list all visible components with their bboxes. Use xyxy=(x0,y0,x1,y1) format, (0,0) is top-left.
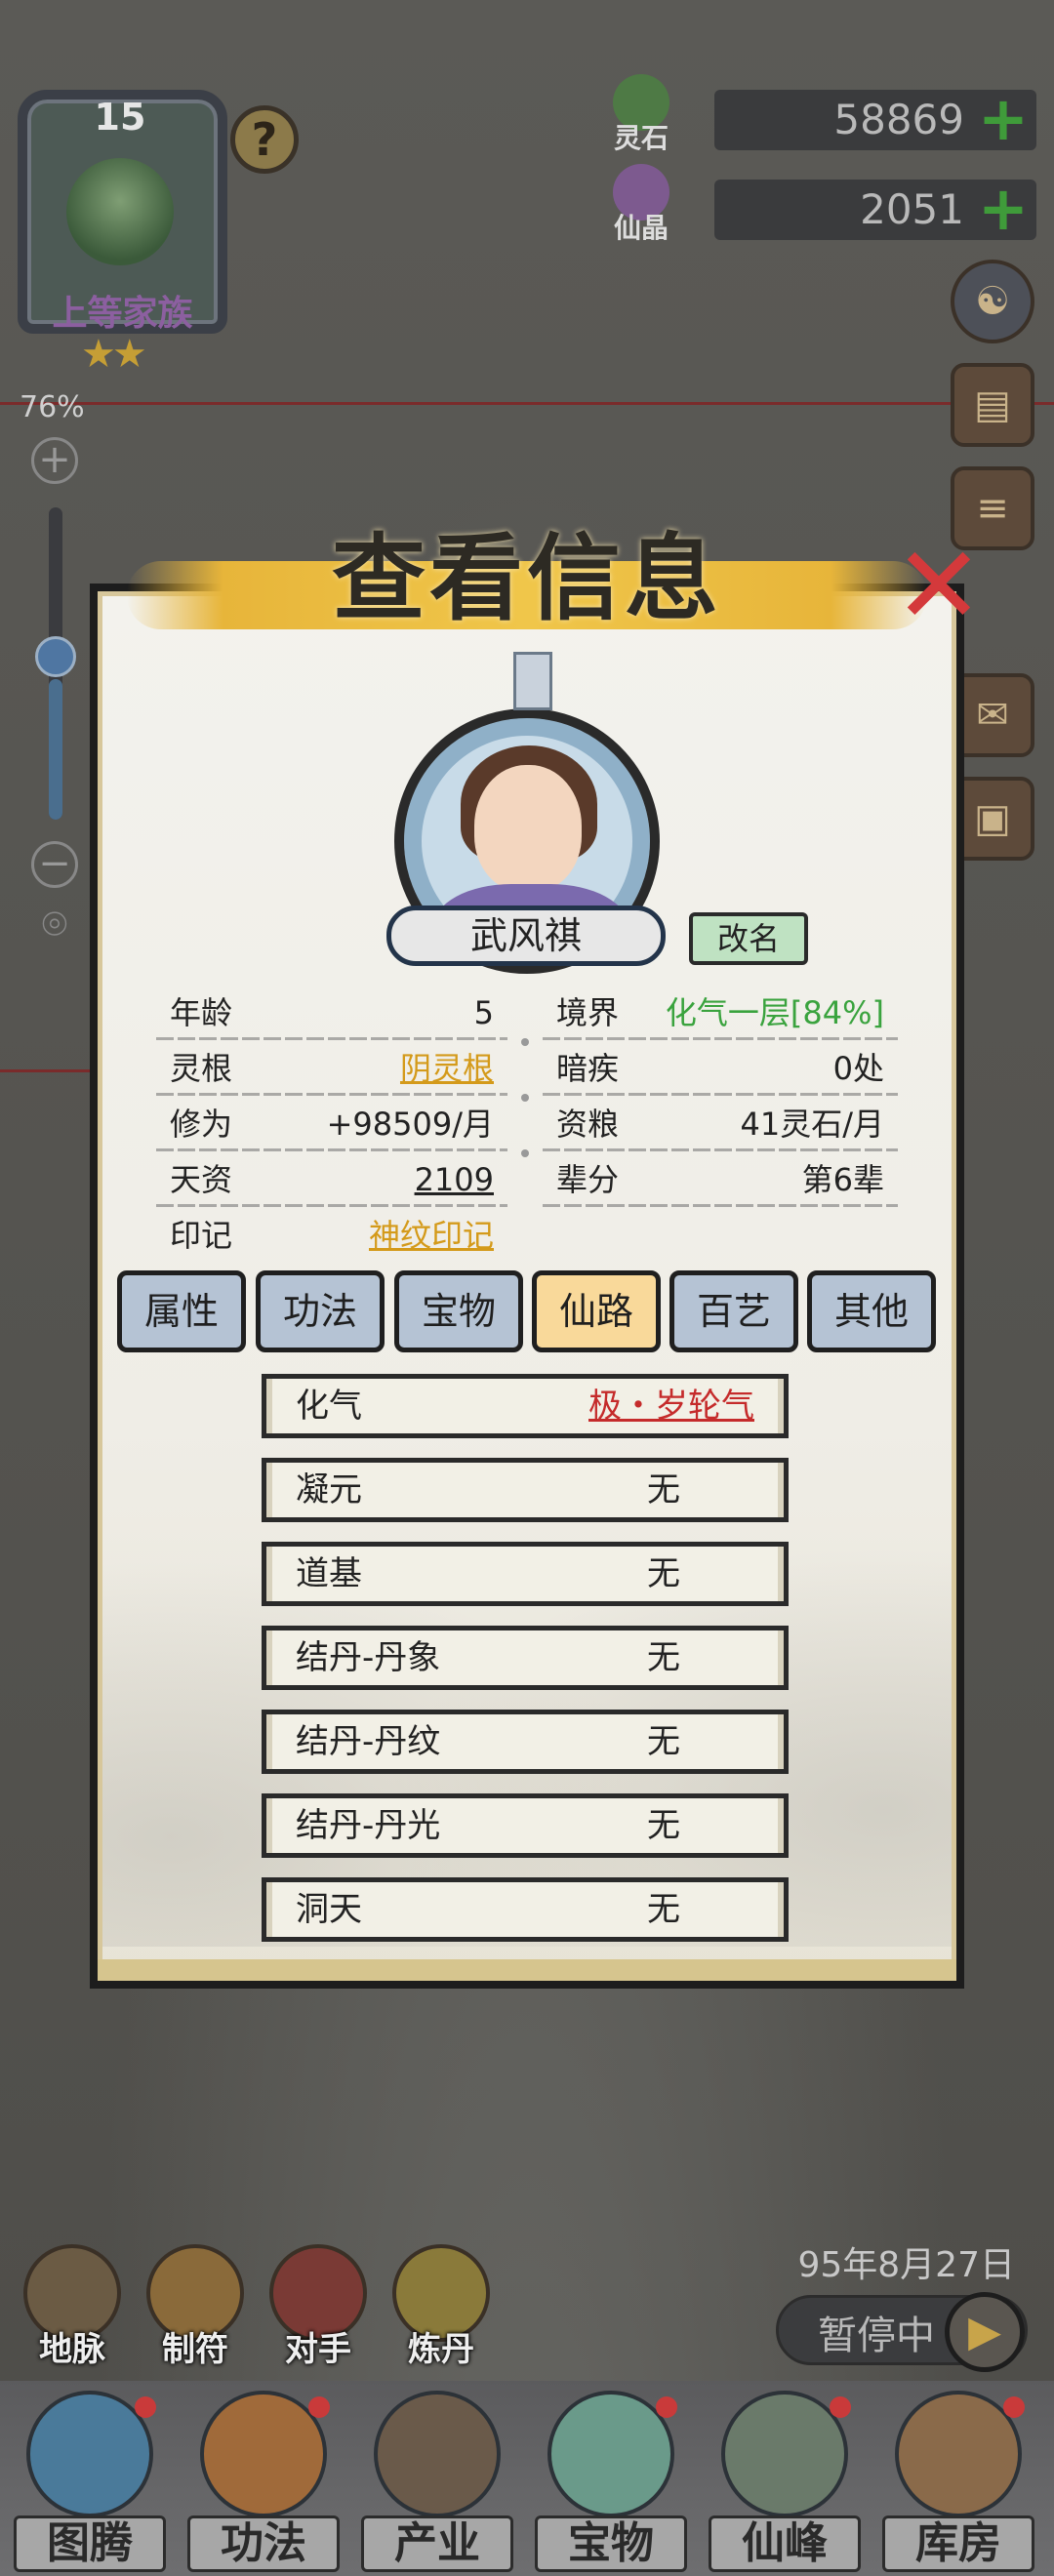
tab-attributes[interactable]: 属性 xyxy=(117,1270,246,1352)
nav-industry[interactable]: 产业 xyxy=(351,2391,523,2576)
map-border-line xyxy=(0,402,1054,405)
map-scroll-icon[interactable]: ▤ xyxy=(951,363,1034,447)
path-row-jiedan-danxiang[interactable]: 结丹-丹象 无 xyxy=(262,1626,789,1690)
tab-treasures[interactable]: 宝物 xyxy=(394,1270,523,1352)
path-row-daoji[interactable]: 道基 无 xyxy=(262,1542,789,1606)
info-cultivation: 修为 +98509/月 xyxy=(156,1097,507,1151)
tab-arts[interactable]: 百艺 xyxy=(669,1270,798,1352)
zoom-slider-handle[interactable] xyxy=(35,636,76,677)
building-icon xyxy=(374,2391,501,2517)
add-lingshi-button[interactable]: + xyxy=(978,89,1029,149)
rename-button[interactable]: 改名 xyxy=(689,912,808,965)
zoom-percent: 76% xyxy=(20,390,85,424)
spirit-root-link[interactable]: 阴灵根 xyxy=(400,1041,494,1096)
path-row-dongtian[interactable]: 洞天 无 xyxy=(262,1877,789,1942)
path-row-jiedan-danguang[interactable]: 结丹-丹光 无 xyxy=(262,1793,789,1858)
dialog-title: 查看信息 xyxy=(332,524,722,633)
info-illness: 暗疾 0处 xyxy=(543,1041,898,1096)
quick-duishou[interactable]: 对手 xyxy=(262,2244,375,2369)
info-food: 资粮 41灵石/月 xyxy=(543,1097,898,1151)
family-rank: 上等家族 xyxy=(52,294,193,334)
notification-dot xyxy=(135,2396,156,2418)
quick-dimai[interactable]: 地脉 xyxy=(16,2244,129,2369)
zoom-slider-fill xyxy=(49,679,62,820)
nav-techniques[interactable]: 功法 xyxy=(178,2391,349,2576)
tab-other[interactable]: 其他 xyxy=(807,1270,936,1352)
nav-warehouse[interactable]: 库房 xyxy=(872,2391,1044,2576)
nav-treasures[interactable]: 宝物 xyxy=(525,2391,697,2576)
info-talent: 天资 2109 xyxy=(156,1152,507,1207)
family-level: 15 xyxy=(94,96,146,139)
info-root: 灵根 阴灵根 xyxy=(156,1041,507,1096)
notification-dot xyxy=(656,2396,677,2418)
currency-xianjing: 仙晶 2051 + xyxy=(613,164,1036,244)
notification-dot xyxy=(308,2396,330,2418)
location-pin-icon[interactable]: ⌾ xyxy=(27,900,82,954)
play-icon[interactable]: ▶ xyxy=(945,2292,1025,2372)
seal-link[interactable]: 神纹印记 xyxy=(369,1208,494,1263)
pause-status: 暂停中 xyxy=(818,2314,935,2358)
add-xianjing-button[interactable]: + xyxy=(978,179,1029,239)
nav-peak[interactable]: 仙峰 xyxy=(699,2391,871,2576)
lingshi-value: 58869 xyxy=(833,96,964,143)
settings-gear-icon[interactable]: ☯ xyxy=(951,260,1034,343)
zoom-in-button[interactable]: + xyxy=(31,437,78,484)
path-value-link[interactable]: 极・岁轮气 xyxy=(588,1379,754,1433)
dialog-title-banner: 查看信息 xyxy=(127,503,927,649)
talent-link[interactable]: 2109 xyxy=(415,1152,494,1207)
zoom-out-button[interactable]: − xyxy=(31,841,78,888)
tab-immortal-path[interactable]: 仙路 xyxy=(532,1270,661,1352)
currency-lingshi: 灵石 58869 + xyxy=(613,74,1036,154)
info-generation: 辈分 第6辈 xyxy=(543,1152,898,1207)
lingshi-icon: 灵石 xyxy=(597,74,685,162)
character-name: 武风祺 xyxy=(386,906,666,966)
tab-techniques[interactable]: 功法 xyxy=(256,1270,385,1352)
family-stars: ★★ xyxy=(81,332,147,377)
xianjing-value: 2051 xyxy=(860,185,964,233)
map-border-line xyxy=(0,1069,93,1072)
hair-crown-icon xyxy=(513,652,552,710)
xianjing-icon: 仙晶 xyxy=(597,164,685,252)
path-row-ningyuan[interactable]: 凝元 无 xyxy=(262,1458,789,1522)
info-seal: 印记 神纹印记 xyxy=(156,1208,507,1263)
family-badge[interactable]: 15 上等家族 ★★ xyxy=(18,90,227,382)
pause-control[interactable]: 暂停中 ▶ xyxy=(776,2292,1028,2372)
game-date: 95年8月27日 xyxy=(797,2245,1015,2285)
quick-liandan[interactable]: 炼丹 xyxy=(385,2244,498,2369)
info-realm: 境界 化气一层[84%] xyxy=(543,986,898,1040)
quick-zhifu[interactable]: 制符 xyxy=(139,2244,252,2369)
family-tree-icon xyxy=(66,158,174,265)
notification-dot xyxy=(1003,2396,1025,2418)
notification-dot xyxy=(830,2396,851,2418)
close-icon[interactable]: ✕ xyxy=(890,532,988,639)
nav-totem[interactable]: 图腾 xyxy=(4,2391,176,2576)
help-button[interactable]: ? xyxy=(230,105,299,174)
path-row-jiedan-danwen[interactable]: 结丹-丹纹 无 xyxy=(262,1710,789,1774)
path-row-huaqi[interactable]: 化气 极・岁轮气 xyxy=(262,1374,789,1438)
info-age: 年龄 5 xyxy=(156,986,507,1040)
